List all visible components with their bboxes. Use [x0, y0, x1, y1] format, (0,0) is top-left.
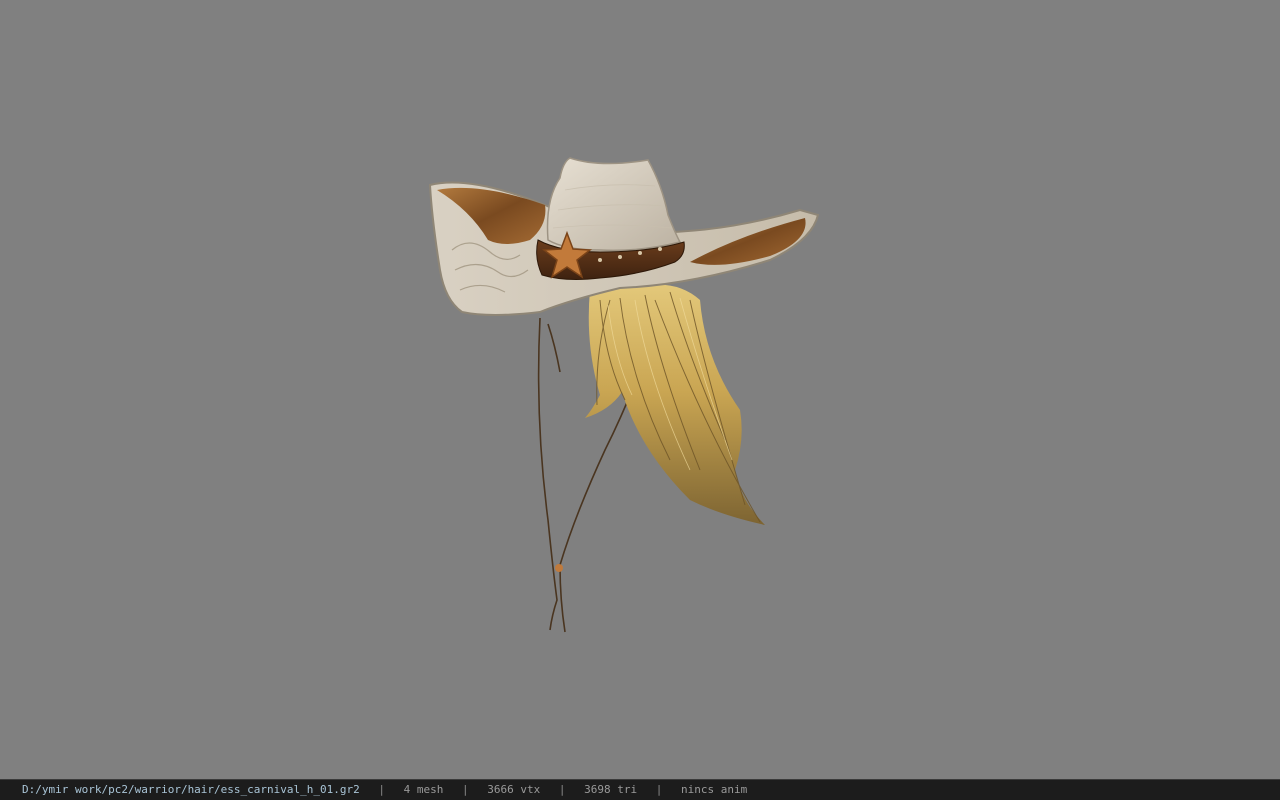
separator: | — [378, 783, 386, 796]
mesh-count-label: 4 mesh — [403, 783, 444, 796]
file-path-label: D:/ymir work/pc2/warrior/hair/ess_carniv… — [22, 783, 360, 796]
status-bar: D:/ymir work/pc2/warrior/hair/ess_carniv… — [0, 779, 1280, 800]
triangle-count-label: 3698 tri — [584, 783, 638, 796]
separator: | — [462, 783, 469, 796]
hat-model-render[interactable] — [0, 0, 1280, 779]
3d-viewport[interactable] — [0, 0, 1280, 779]
vertex-count-label: 3666 vtx — [487, 783, 541, 796]
hair-strands — [585, 284, 765, 525]
cord-bead — [555, 564, 563, 572]
separator: | — [558, 783, 566, 796]
animation-status-label: nincs anim — [680, 783, 748, 796]
separator: | — [655, 783, 663, 796]
